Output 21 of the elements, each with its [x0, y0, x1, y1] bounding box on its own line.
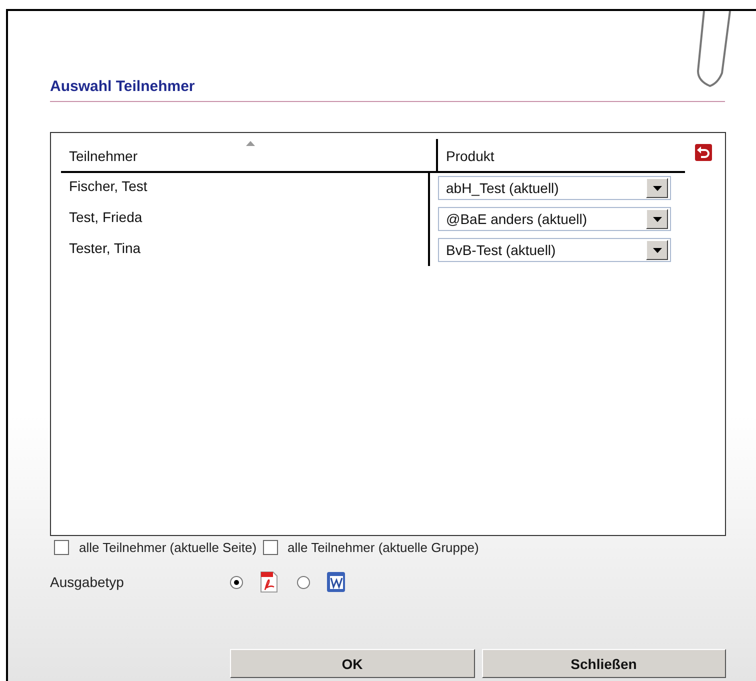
radio-button[interactable] — [230, 576, 243, 588]
undo-icon[interactable] — [695, 144, 712, 161]
checkbox[interactable] — [262, 540, 278, 555]
checkbox-label: alle Teilnehmer (aktuelle Seite) — [79, 540, 257, 555]
column-header[interactable]: Produkt — [436, 139, 685, 171]
close-button[interactable]: Schließen — [482, 649, 726, 678]
ok-button[interactable]: OK — [230, 649, 474, 678]
product-dropdown[interactable]: abH_Test (aktuell) — [438, 176, 671, 200]
checkbox[interactable] — [54, 540, 69, 555]
table-cell-text: Test, Frieda — [68, 208, 144, 227]
radio-button[interactable] — [297, 576, 310, 588]
word-document-icon — [326, 571, 346, 593]
column-header[interactable]: Teilnehmer — [61, 139, 436, 171]
dialog-title: Auswahl Teilnehmer — [50, 11, 725, 102]
product-dropdown[interactable]: @BaE anders (aktuell) — [438, 207, 671, 231]
table-cell-text: Fischer, Test — [68, 177, 148, 196]
product-dropdown[interactable]: BvB-Test (aktuell) — [438, 238, 671, 262]
output-type-label: Ausgabetyp — [50, 574, 125, 590]
table-cell-text: Tester, Tina — [68, 239, 142, 258]
checkbox-label: alle Teilnehmer (aktuelle Gruppe) — [288, 540, 479, 555]
pdf-file-icon — [259, 571, 279, 593]
